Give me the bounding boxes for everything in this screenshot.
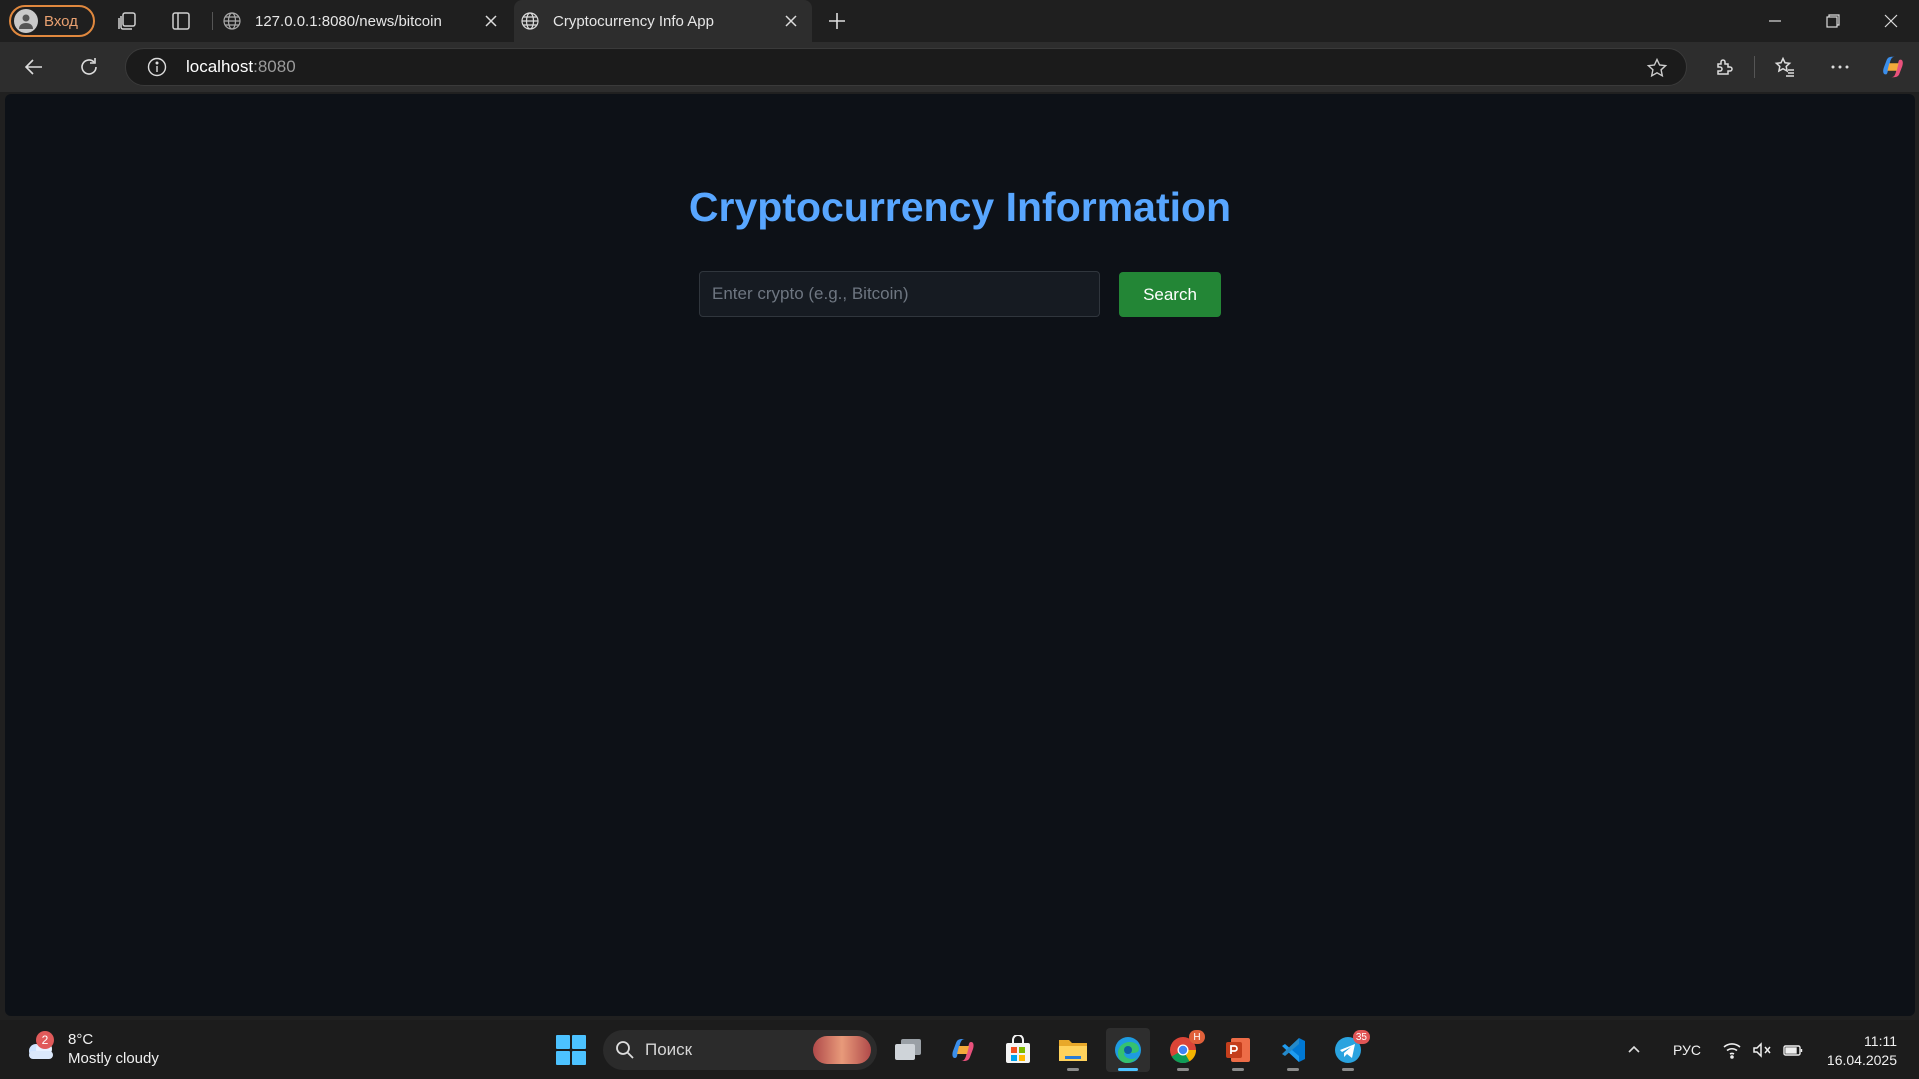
close-icon [1884,14,1898,28]
task-view-app[interactable] [886,1028,930,1072]
taskbar-search[interactable]: Поиск [603,1030,877,1070]
workspaces-icon[interactable] [116,10,138,32]
globe-icon [223,12,241,30]
profile-button[interactable]: Вход [9,5,95,37]
chrome-app[interactable]: H [1161,1028,1205,1072]
plus-icon [829,13,845,29]
restore-button[interactable] [1820,8,1846,34]
browser-title-bar: Вход 127.0.0.1:8080/news/bitcoin Cryptoc… [0,0,1919,42]
telegram-app[interactable]: 35 [1326,1028,1370,1072]
edge-app[interactable] [1106,1028,1150,1072]
refresh-button[interactable] [76,54,102,80]
weather-widget[interactable]: 2 8°C Mostly cloudy [22,1030,159,1068]
avatar-icon [14,9,38,33]
weather-condition: Mostly cloudy [68,1050,159,1067]
restore-icon [1826,14,1840,28]
cloud-icon: 2 [22,1031,58,1064]
back-button[interactable] [21,54,47,80]
minimize-icon [1769,20,1781,22]
clock-time: 11:11 [1864,1033,1897,1049]
task-view-icon [895,1039,921,1060]
new-tab-button[interactable] [826,10,848,32]
search-icon [616,1041,634,1059]
url-text[interactable]: localhost:8080 [186,57,296,77]
running-indicator [1177,1068,1189,1071]
telegram-badge: 35 [1352,1030,1370,1044]
tab-close-button[interactable] [778,8,804,34]
running-indicator [1067,1068,1079,1071]
weather-badge: 2 [36,1031,54,1049]
info-icon[interactable] [146,56,168,78]
crypto-search-input[interactable] [699,271,1100,317]
tab-separator [212,12,213,30]
search-button[interactable]: Search [1119,272,1221,317]
address-bar[interactable]: localhost:8080 [125,48,1687,86]
powerpoint-app[interactable] [1216,1028,1260,1072]
store-app[interactable] [996,1028,1040,1072]
tab-title: Cryptocurrency Info App [553,12,714,30]
running-indicator [1287,1068,1299,1071]
close-window-button[interactable] [1878,8,1904,34]
language-label: РУС [1673,1041,1702,1058]
clock-date: 16.04.2025 [1826,1052,1897,1068]
start-button[interactable] [556,1035,586,1065]
language-indicator[interactable]: РУС [1673,1020,1701,1079]
tray-overflow-button[interactable] [1626,1020,1642,1079]
copilot-icon [1883,56,1903,78]
store-icon [1006,1035,1030,1063]
folder-icon [1059,1040,1087,1061]
running-indicator [1118,1068,1138,1071]
vscode-app[interactable] [1271,1028,1315,1072]
powerpoint-icon [1226,1038,1250,1062]
volume-muted-icon [1753,1041,1771,1058]
vscode-icon [1282,1038,1305,1062]
tab-news-bitcoin[interactable]: 127.0.0.1:8080/news/bitcoin [216,0,512,42]
close-icon [785,15,797,27]
system-clock[interactable]: 11:11 16.04.2025 [1827,1032,1897,1070]
puzzle-icon [1717,59,1733,75]
wifi-icon [1723,1042,1741,1059]
windows-taskbar: 2 8°C Mostly cloudy Поиск H 35 РУС 11:11… [0,1020,1919,1079]
search-highlight-image [813,1036,871,1064]
chevron-up-icon [1628,1045,1640,1053]
minimize-button[interactable] [1762,8,1788,34]
more-menu-button[interactable] [1827,54,1853,80]
page-viewport: Cryptocurrency Information Search [5,94,1915,1016]
extensions-button[interactable] [1711,54,1737,80]
copilot-button[interactable] [1880,54,1906,80]
close-icon [485,15,497,27]
favorites-list-icon [1774,56,1794,77]
profile-label: Вход [44,12,78,30]
favorite-star-icon[interactable] [1646,57,1668,79]
running-indicator [1232,1068,1244,1071]
globe-icon [521,12,539,30]
favorites-button[interactable] [1772,54,1798,80]
toolbar-separator [1754,56,1755,78]
battery-icon [1783,1044,1803,1056]
copilot-app[interactable] [941,1028,985,1072]
tab-title: 127.0.0.1:8080/news/bitcoin [255,12,442,30]
refresh-icon [81,58,97,75]
windows-logo-icon [556,1035,570,1049]
arrow-left-icon [24,59,42,75]
chrome-badge: H [1189,1030,1205,1044]
tab-crypto-info[interactable]: Cryptocurrency Info App [514,0,812,42]
tab-close-button[interactable] [478,8,504,34]
running-indicator [1342,1068,1354,1071]
file-explorer-app[interactable] [1051,1028,1095,1072]
vertical-tabs-icon[interactable] [170,10,192,32]
browser-toolbar: localhost:8080 [0,42,1919,92]
page-title: Cryptocurrency Information [688,184,1232,230]
system-tray-status[interactable] [1722,1020,1804,1079]
taskbar-search-label: Поиск [645,1040,693,1059]
copilot-icon [952,1039,974,1061]
more-dots-icon [1831,65,1849,69]
weather-temp: 8°C [68,1031,94,1048]
edge-icon [1115,1037,1141,1063]
